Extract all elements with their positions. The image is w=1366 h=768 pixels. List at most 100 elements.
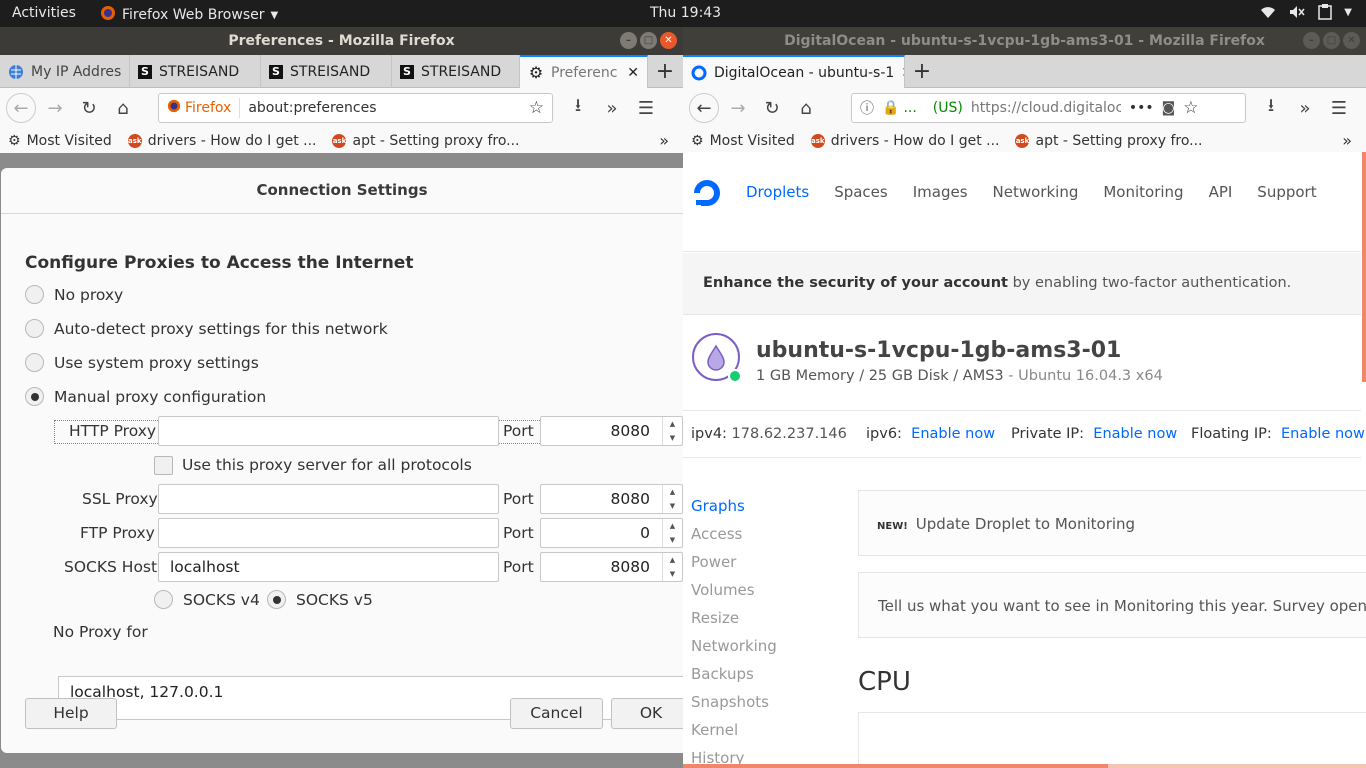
page-actions-icon[interactable]: ••• <box>1129 100 1154 116</box>
forward-button[interactable]: → <box>723 93 753 123</box>
minimize-button[interactable]: – <box>1303 32 1320 49</box>
activities-button[interactable]: Activities <box>12 5 76 21</box>
close-button[interactable]: ✕ <box>660 32 677 49</box>
app-menu[interactable]: Firefox Web Browser ▼ <box>100 5 278 25</box>
downloads-button[interactable]: ⭳ <box>1256 93 1286 123</box>
tab-my-ip[interactable]: My IP Addres <box>0 55 130 88</box>
forward-button[interactable]: → <box>40 93 70 123</box>
radio-socks-v4[interactable]: SOCKS v4 <box>154 590 260 609</box>
ssl-proxy-input[interactable] <box>158 484 499 514</box>
radio-no-proxy[interactable]: No proxy <box>25 285 123 304</box>
home-button[interactable]: ⌂ <box>108 93 138 123</box>
bookmark-drivers[interactable]: ask drivers - How do I get ... <box>810 133 999 149</box>
socks-host-input[interactable]: localhost <box>158 552 499 582</box>
spin-arrows-icon[interactable]: ▲ ▼ <box>662 553 682 581</box>
clock[interactable]: Thu 19:43 <box>650 5 721 21</box>
window-titlebar[interactable]: Preferences - Mozilla Firefox – □ ✕ <box>0 27 683 55</box>
radio-system-proxy[interactable]: Use system proxy settings <box>25 353 259 372</box>
ipv6-enable-link[interactable]: Enable now <box>911 426 995 442</box>
nav-networking[interactable]: Networking <box>993 183 1079 201</box>
maximize-button[interactable]: □ <box>1323 32 1340 49</box>
help-button[interactable]: Help <box>25 698 117 729</box>
nav-droplets[interactable]: Droplets <box>746 183 809 201</box>
bookmark-apt-proxy[interactable]: ask apt - Setting proxy fro... <box>332 133 520 149</box>
system-tray[interactable]: ▼ <box>1260 4 1352 20</box>
ftp-port-stepper[interactable]: 0 ▲ ▼ <box>540 518 683 548</box>
tab-preferences[interactable]: ⚙ Preferenc ✕ <box>520 55 648 88</box>
floating-ip-enable-link[interactable]: Enable now <box>1281 426 1365 442</box>
reload-button[interactable]: ↻ <box>74 93 104 123</box>
page-scrollbar[interactable] <box>1362 152 1366 382</box>
url-bar[interactable]: ⓘ 🔒 ... (US) https://cloud.digitaloc •••… <box>851 93 1246 123</box>
tab-streisand-2[interactable]: S STREISAND <box>261 55 392 88</box>
spin-arrows-icon[interactable]: ▲ ▼ <box>662 485 682 513</box>
nav-support[interactable]: Support <box>1257 183 1316 201</box>
spin-arrows-icon[interactable]: ▲ ▼ <box>662 519 682 547</box>
ssl-port-stepper[interactable]: 8080 ▲ ▼ <box>540 484 683 514</box>
back-button[interactable]: ← <box>689 93 719 123</box>
new-tab-button[interactable]: + <box>905 55 939 87</box>
radio-indicator[interactable] <box>25 387 44 406</box>
reload-button[interactable]: ↻ <box>757 93 787 123</box>
close-button[interactable]: ✕ <box>1343 32 1360 49</box>
bookmark-most-visited[interactable]: ⚙ Most Visited <box>691 133 795 149</box>
overflow-button[interactable]: » <box>597 93 627 123</box>
nav-images[interactable]: Images <box>913 183 968 201</box>
radio-socks-v5[interactable]: SOCKS v5 <box>267 590 373 609</box>
bookmarks-overflow-icon[interactable]: » <box>1342 131 1352 150</box>
ok-button[interactable]: OK <box>611 698 683 729</box>
new-tab-button[interactable]: + <box>648 55 682 87</box>
sidenav-snapshots[interactable]: Snapshots <box>691 688 777 716</box>
bookmark-apt-proxy[interactable]: ask apt - Setting proxy fro... <box>1015 133 1203 149</box>
pocket-icon[interactable]: ◙ <box>1162 100 1176 116</box>
radio-indicator[interactable] <box>267 590 286 609</box>
bookmark-drivers[interactable]: ask drivers - How do I get ... <box>127 133 316 149</box>
sidenav-networking[interactable]: Networking <box>691 632 777 660</box>
bookmark-most-visited[interactable]: ⚙ Most Visited <box>8 133 112 149</box>
url-text[interactable]: https://cloud.digitaloc <box>971 100 1121 116</box>
bookmark-star-icon[interactable]: ☆ <box>1183 98 1198 118</box>
nav-spaces[interactable]: Spaces <box>834 183 888 201</box>
http-port-stepper[interactable]: 8080 ▲ ▼ <box>540 416 683 446</box>
close-tab-icon[interactable]: ✕ <box>627 65 639 81</box>
all-protocols-checkbox[interactable] <box>154 456 173 475</box>
nav-api[interactable]: API <box>1209 183 1233 201</box>
ftp-proxy-input[interactable] <box>158 518 499 548</box>
radio-auto-detect[interactable]: Auto-detect proxy settings for this netw… <box>25 319 388 338</box>
back-button[interactable]: ← <box>6 93 36 123</box>
radio-indicator[interactable] <box>25 285 44 304</box>
tab-streisand-1[interactable]: S STREISAND <box>130 55 261 88</box>
bookmark-star-icon[interactable]: ☆ <box>529 98 544 118</box>
window-titlebar[interactable]: DigitalOcean - ubuntu-s-1vcpu-1gb-ams3-0… <box>683 27 1366 55</box>
tab-digitalocean[interactable]: DigitalOcean - ubuntu-s-1 ✕ <box>683 55 905 88</box>
radio-indicator[interactable] <box>154 590 173 609</box>
radio-manual-proxy[interactable]: Manual proxy configuration <box>25 387 266 406</box>
downloads-button[interactable]: ⭳ <box>563 93 593 123</box>
spin-arrows-icon[interactable]: ▲ ▼ <box>662 417 682 445</box>
sidenav-resize[interactable]: Resize <box>691 604 777 632</box>
menu-button[interactable]: ☰ <box>631 93 661 123</box>
sidenav-kernel[interactable]: Kernel <box>691 716 777 744</box>
sidenav-graphs[interactable]: Graphs <box>691 492 777 520</box>
home-button[interactable]: ⌂ <box>791 93 821 123</box>
ipv4-value[interactable]: 178.62.237.146 <box>732 426 847 442</box>
menu-button[interactable]: ☰ <box>1324 93 1354 123</box>
minimize-button[interactable]: – <box>620 32 637 49</box>
socks-port-stepper[interactable]: 8080 ▲ ▼ <box>540 552 683 582</box>
tab-streisand-3[interactable]: S STREISAND <box>392 55 520 88</box>
cancel-button[interactable]: Cancel <box>510 698 603 729</box>
digitalocean-logo-icon[interactable] <box>692 178 722 212</box>
security-banner[interactable]: Enhance the security of your account by … <box>683 253 1361 315</box>
url-text[interactable]: about:preferences <box>248 100 376 116</box>
sidenav-power[interactable]: Power <box>691 548 777 576</box>
survey-card[interactable]: Tell us what you want to see in Monitori… <box>858 572 1366 638</box>
overflow-button[interactable]: » <box>1290 93 1320 123</box>
url-bar[interactable]: Firefox about:preferences ☆ <box>158 93 553 123</box>
maximize-button[interactable]: □ <box>640 32 657 49</box>
sidenav-access[interactable]: Access <box>691 520 777 548</box>
private-ip-enable-link[interactable]: Enable now <box>1093 426 1177 442</box>
radio-indicator[interactable] <box>25 353 44 372</box>
radio-indicator[interactable] <box>25 319 44 338</box>
sidenav-backups[interactable]: Backups <box>691 660 777 688</box>
monitoring-update-card[interactable]: NEW! Update Droplet to Monitoring <box>858 490 1366 556</box>
